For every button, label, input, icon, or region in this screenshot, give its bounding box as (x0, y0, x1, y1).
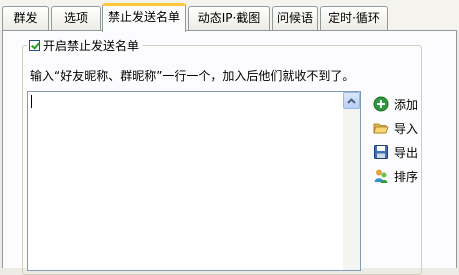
vertical-scrollbar[interactable] (343, 92, 360, 270)
export-button[interactable]: 导出 (373, 142, 418, 162)
folder-open-icon (373, 123, 389, 134)
tab-dynamic-ip-screenshot[interactable]: 动态IP·截图 (188, 6, 270, 30)
enable-blocklist-checkbox[interactable] (29, 40, 40, 51)
plus-circle-icon (373, 96, 389, 112)
enable-blocklist-label: 开启禁止发送名单 (43, 39, 140, 53)
tab-bar: 群发 选项 禁止发送名单 动态IP·截图 问候语 定时·循环 (0, 0, 459, 32)
floppy-disk-icon (374, 145, 388, 159)
sort-button[interactable]: 排序 (373, 166, 418, 186)
tab-mass-send[interactable]: 群发 (2, 6, 49, 30)
tab-schedule-loop[interactable]: 定时·循环 (320, 6, 388, 30)
sort-button-label: 排序 (394, 169, 419, 184)
import-button[interactable]: 导入 (373, 118, 418, 138)
export-button-label: 导出 (394, 145, 419, 160)
scroll-up-button[interactable] (343, 92, 360, 109)
tab-options[interactable]: 选项 (51, 6, 101, 30)
blocklist-hint: 输入“好友昵称、群昵称”一行一个，加入后他们就收不到了。 (30, 69, 355, 83)
text-caret (31, 95, 32, 108)
chevron-up-icon (347, 97, 356, 104)
add-button[interactable]: 添加 (373, 94, 418, 114)
tab-blocklist[interactable]: 禁止发送名单 (102, 3, 186, 32)
enable-blocklist-toggle[interactable]: 开启禁止发送名单 (27, 37, 144, 54)
blocklist-textarea[interactable] (27, 91, 361, 271)
user-group-icon (374, 169, 388, 183)
import-button-label: 导入 (394, 121, 419, 136)
add-button-label: 添加 (394, 97, 419, 112)
tab-greetings[interactable]: 问候语 (272, 6, 318, 30)
